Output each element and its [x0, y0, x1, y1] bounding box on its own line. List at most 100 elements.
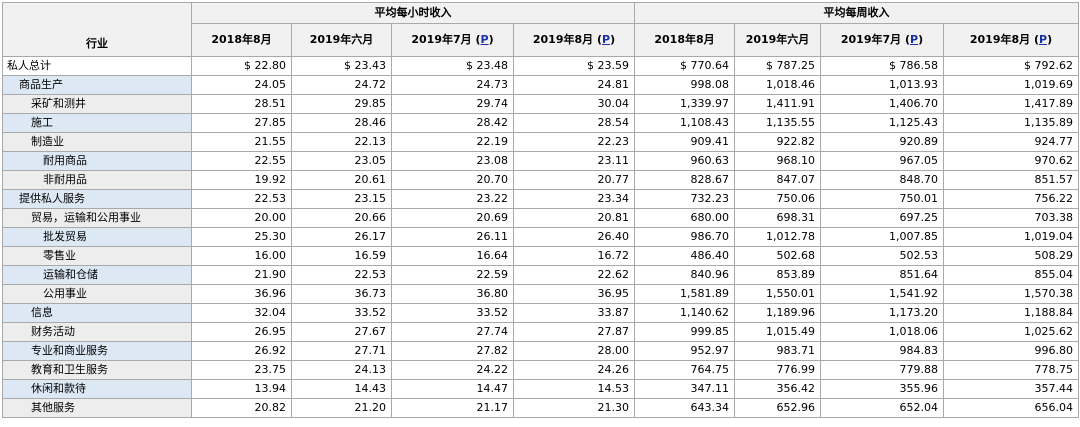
hourly-earnings-cell: 36.96 [191, 284, 292, 304]
paren: ) [918, 33, 924, 46]
weekly-earnings-cell: 998.08 [634, 75, 735, 95]
weekly-earnings-cell: 840.96 [634, 265, 735, 285]
column-header-label: 2019年六月 [309, 33, 374, 46]
industry-label: 财务活动 [2, 322, 192, 342]
hourly-earnings-cell: 16.64 [391, 246, 514, 266]
hourly-earnings-cell: 24.73 [391, 75, 514, 95]
hourly-earnings-cell: 20.00 [191, 208, 292, 228]
table-row: 批发贸易 25.30 26.17 26.11 26.40 986.70 1,012.78 1,… [2, 227, 1079, 247]
weekly-earnings-cell: 703.38 [943, 208, 1079, 228]
hourly-earnings-cell: 22.13 [291, 132, 392, 152]
weekly-earnings-cell: 652.04 [820, 398, 944, 418]
hourly-earnings-cell: $ 23.43 [291, 56, 392, 76]
hourly-earnings-cell: 23.75 [191, 360, 292, 380]
preliminary-link[interactable]: P [481, 33, 489, 46]
weekly-earnings-cell: 1,013.93 [820, 75, 944, 95]
weekly-earnings-cell: 847.07 [734, 170, 821, 190]
hourly-earnings-cell: 23.34 [513, 189, 635, 209]
weekly-earnings-cell: 1,012.78 [734, 227, 821, 247]
weekly-earnings-cell: 1,007.85 [820, 227, 944, 247]
preliminary-link[interactable]: P [1039, 33, 1047, 46]
table-row: 运输和仓储 21.90 22.53 22.59 22.62 840.96 853.89 851… [2, 265, 1079, 285]
hourly-earnings-cell: 24.05 [191, 75, 292, 95]
table-row: 制造业 21.55 22.13 22.19 22.23 909.41 922.82 920.8… [2, 132, 1079, 152]
weekly-earnings-cell: 750.01 [820, 189, 944, 209]
weekly-earnings-cell: 999.85 [634, 322, 735, 342]
hourly-earnings-cell: 32.04 [191, 303, 292, 323]
hourly-earnings-cell: 27.67 [291, 322, 392, 342]
column-header-weekly-4: 2019年8月 (P) [943, 23, 1079, 57]
hourly-earnings-cell: 24.81 [513, 75, 635, 95]
column-header-label: 2018年8月 [211, 33, 272, 46]
weekly-earnings-cell: 1,581.89 [634, 284, 735, 304]
hourly-earnings-cell: 23.22 [391, 189, 514, 209]
hourly-earnings-cell: 33.52 [291, 303, 392, 323]
weekly-earnings-cell: 347.11 [634, 379, 735, 399]
preliminary-link[interactable]: P [910, 33, 918, 46]
column-header-weekly-1: 2018年8月 [634, 23, 735, 57]
hourly-earnings-cell: 16.59 [291, 246, 392, 266]
weekly-earnings-cell: 356.42 [734, 379, 821, 399]
table-row: 贸易，运输和公用事业 20.00 20.66 20.69 20.81 680.00 698.… [2, 208, 1079, 228]
weekly-earnings-cell: 1,189.96 [734, 303, 821, 323]
hourly-earnings-cell: 33.52 [391, 303, 514, 323]
hourly-earnings-cell: 20.82 [191, 398, 292, 418]
hourly-earnings-cell: 24.26 [513, 360, 635, 380]
weekly-earnings-group-header: 平均每周收入 [634, 2, 1079, 24]
table-row: 教育和卫生服务 23.75 24.13 24.22 24.26 764.75 776.99 7… [2, 360, 1079, 380]
hourly-earnings-cell: 23.15 [291, 189, 392, 209]
weekly-earnings-cell: 920.89 [820, 132, 944, 152]
industry-label: 批发贸易 [2, 227, 192, 247]
hourly-earnings-cell: 22.53 [191, 189, 292, 209]
weekly-earnings-cell: 1,015.49 [734, 322, 821, 342]
hourly-earnings-cell: 14.53 [513, 379, 635, 399]
hourly-earnings-cell: 20.70 [391, 170, 514, 190]
hourly-earnings-cell: 14.47 [391, 379, 514, 399]
weekly-earnings-cell: 486.40 [634, 246, 735, 266]
weekly-earnings-cell: 851.64 [820, 265, 944, 285]
hourly-earnings-cell: 26.17 [291, 227, 392, 247]
column-header-weekly-2: 2019年六月 [734, 23, 821, 57]
table-row: 耐用商品 22.55 23.05 23.08 23.11 960.63 968.10 967.… [2, 151, 1079, 171]
industry-label: 专业和商业服务 [2, 341, 192, 361]
weekly-earnings-cell: 697.25 [820, 208, 944, 228]
industry-label: 信息 [2, 303, 192, 323]
industry-label: 非耐用品 [2, 170, 192, 190]
column-header-hourly-3: 2019年7月 (P) [391, 23, 514, 57]
table-row: 休闲和款待 13.94 14.43 14.47 14.53 347.11 356.42 355… [2, 379, 1079, 399]
table-row: 专业和商业服务 26.92 27.71 27.82 28.00 952.97 983.71 9… [2, 341, 1079, 361]
weekly-earnings-cell: 828.67 [634, 170, 735, 190]
weekly-earnings-cell: 778.75 [943, 360, 1079, 380]
weekly-earnings-cell: 983.71 [734, 341, 821, 361]
paren: ) [488, 33, 494, 46]
weekly-earnings-cell: 1,173.20 [820, 303, 944, 323]
weekly-earnings-cell: 1,541.92 [820, 284, 944, 304]
hourly-earnings-cell: 24.72 [291, 75, 392, 95]
hourly-earnings-cell: 21.30 [513, 398, 635, 418]
weekly-earnings-cell: 909.41 [634, 132, 735, 152]
weekly-earnings-cell: 968.10 [734, 151, 821, 171]
hourly-earnings-cell: 28.51 [191, 94, 292, 114]
weekly-earnings-cell: 1,019.04 [943, 227, 1079, 247]
hourly-earnings-cell: $ 23.48 [391, 56, 514, 76]
hourly-earnings-cell: 20.66 [291, 208, 392, 228]
weekly-earnings-cell: 960.63 [634, 151, 735, 171]
weekly-earnings-cell: 924.77 [943, 132, 1079, 152]
column-header-label: 2019年7月 [840, 33, 902, 46]
table-body: 私人总计 $ 22.80 $ 23.43 $ 23.48 $ 23.59 $ 770.64… [2, 56, 1079, 418]
industry-column-header: 行业 [2, 2, 192, 57]
industry-label: 其他服务 [2, 398, 192, 418]
industry-label: 提供私人服务 [2, 189, 192, 209]
industry-label: 采矿和测井 [2, 94, 192, 114]
weekly-earnings-cell: 1,135.89 [943, 113, 1079, 133]
industry-label: 贸易，运输和公用事业 [2, 208, 192, 228]
weekly-earnings-cell: 848.70 [820, 170, 944, 190]
hourly-earnings-cell: 27.87 [513, 322, 635, 342]
hourly-earnings-cell: 33.87 [513, 303, 635, 323]
table-row: 商品生产 24.05 24.72 24.73 24.81 998.08 1,018.46 1,… [2, 75, 1079, 95]
weekly-earnings-cell: 764.75 [634, 360, 735, 380]
preliminary-link[interactable]: P [602, 33, 610, 46]
hourly-earnings-cell: 23.11 [513, 151, 635, 171]
weekly-earnings-cell: 967.05 [820, 151, 944, 171]
hourly-earnings-cell: 22.53 [291, 265, 392, 285]
